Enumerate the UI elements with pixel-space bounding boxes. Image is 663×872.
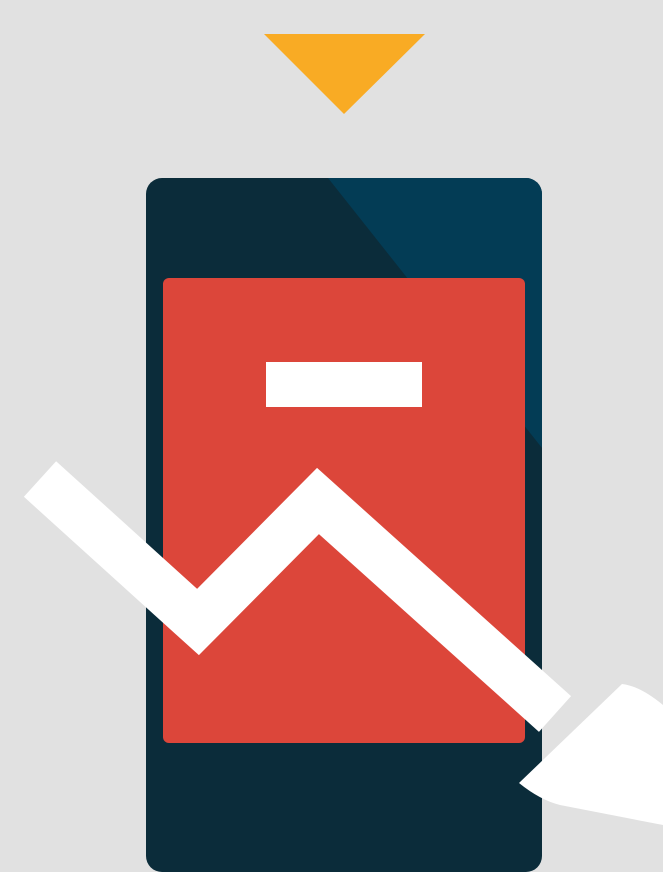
minus-icon bbox=[266, 362, 422, 407]
triangle-down-icon bbox=[264, 34, 425, 114]
declining-phone-illustration bbox=[23, 34, 663, 872]
illustration-canvas bbox=[0, 0, 663, 872]
